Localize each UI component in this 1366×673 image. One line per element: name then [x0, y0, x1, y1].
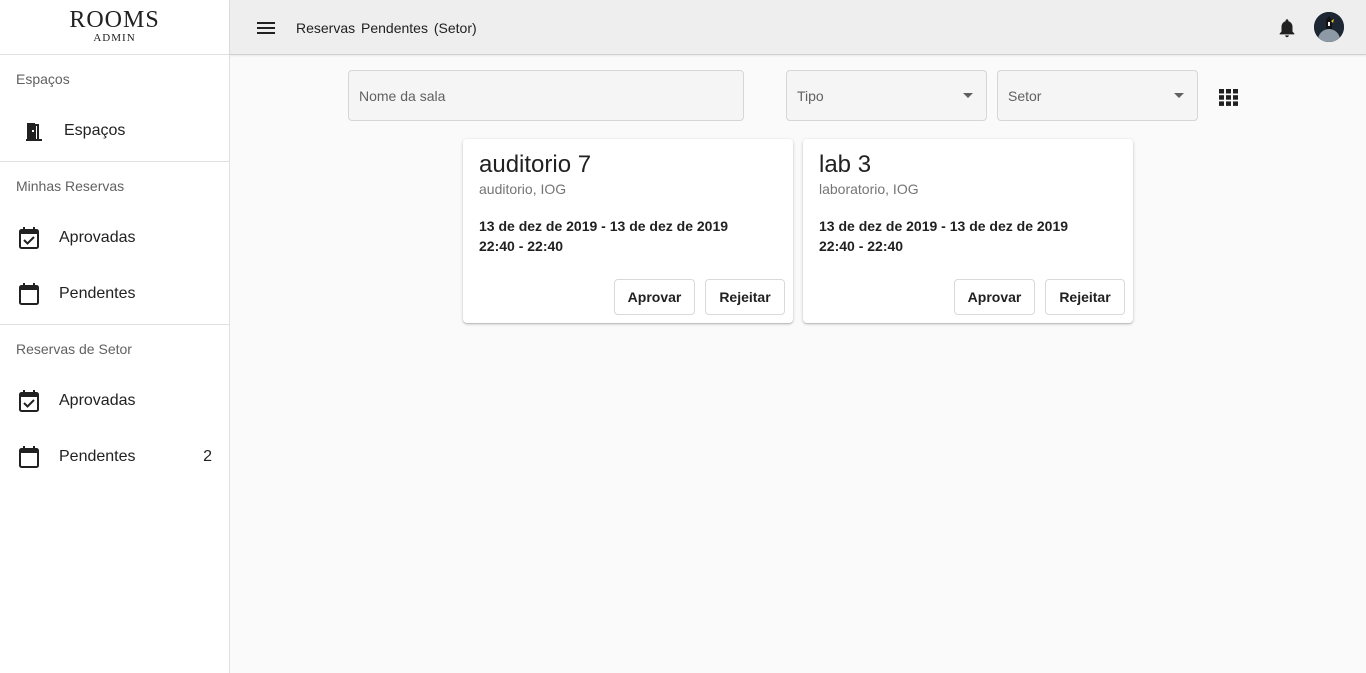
- sidebar-item-espacos[interactable]: Espaços: [0, 103, 229, 159]
- top-app-bar: Reservas Pendentes (Setor): [230, 0, 1366, 55]
- nav-section-reservas-setor: Reservas de Setor Aprovadas Pendentes 2: [0, 325, 229, 487]
- section-header: Espaços: [16, 71, 70, 87]
- sidebar-item-minhas-pendentes[interactable]: Pendentes: [0, 266, 229, 322]
- section-header: Minhas Reservas: [16, 178, 125, 194]
- calendar-icon: [18, 446, 40, 468]
- approve-button[interactable]: Aprovar: [614, 279, 695, 315]
- sidebar-item-label: Espaços: [64, 122, 126, 139]
- logo-title: ROOMS: [69, 7, 160, 33]
- sidebar-item-label: Aprovadas: [59, 229, 136, 246]
- grid-view-icon[interactable]: [1219, 89, 1238, 106]
- reservation-card: auditorio 7 auditorio, IOG 13 de dez de …: [463, 139, 793, 323]
- card-dates: 13 de dez de 2019 - 13 de dez de 2019 22…: [819, 216, 1068, 256]
- card-subtitle: laboratorio, IOG: [819, 181, 919, 197]
- room-name-field[interactable]: [348, 70, 744, 121]
- date-range: 13 de dez de 2019 - 13 de dez de 2019: [819, 218, 1069, 234]
- time-range: 22:40 - 22:40: [479, 238, 564, 254]
- reject-button[interactable]: Rejeitar: [1045, 279, 1125, 315]
- bell-icon[interactable]: [1276, 17, 1298, 39]
- sidebar-item-label: Pendentes: [59, 285, 136, 302]
- room-name-input[interactable]: [349, 71, 743, 120]
- sector-select-label: Setor: [1008, 88, 1042, 104]
- time-range: 22:40 - 22:40: [819, 238, 904, 254]
- chevron-down-icon: [1174, 93, 1184, 98]
- logo-subtitle: ADMIN: [93, 32, 136, 44]
- nav-section-minhas-reservas: Minhas Reservas Aprovadas Pendentes: [0, 162, 229, 325]
- card-title: auditorio 7: [479, 151, 592, 178]
- card-title: lab 3: [819, 151, 872, 178]
- card-dates: 13 de dez de 2019 - 13 de dez de 2019 22…: [479, 216, 728, 256]
- type-select-label: Tipo: [797, 88, 824, 104]
- reject-button[interactable]: Rejeitar: [705, 279, 785, 315]
- section-header: Reservas de Setor: [16, 341, 132, 357]
- chevron-down-icon: [963, 93, 973, 98]
- sidebar-item-label: Aprovadas: [59, 392, 136, 409]
- sidebar-item-setor-aprovadas[interactable]: Aprovadas: [0, 373, 229, 429]
- nav-section-espacos: Espaços Espaços: [0, 55, 229, 162]
- calendar-check-icon: [18, 390, 40, 412]
- pending-count-badge: 2: [203, 448, 212, 465]
- sidebar: ROOMS ADMIN Espaços Espaços Minhas Reser…: [0, 0, 230, 673]
- sidebar-item-label: Pendentes: [59, 448, 136, 465]
- calendar-check-icon: [18, 227, 40, 249]
- date-range: 13 de dez de 2019 - 13 de dez de 2019: [479, 218, 729, 234]
- sector-select[interactable]: Setor: [997, 70, 1198, 121]
- door-icon: [23, 120, 45, 142]
- type-select[interactable]: Tipo: [786, 70, 987, 121]
- sidebar-item-setor-pendentes[interactable]: Pendentes 2: [0, 429, 229, 485]
- logo: ROOMS ADMIN: [0, 0, 229, 55]
- page-title: Reservas Pendentes (Setor): [296, 20, 477, 36]
- reservation-card: lab 3 laboratorio, IOG 13 de dez de 2019…: [803, 139, 1133, 323]
- calendar-icon: [18, 283, 40, 305]
- card-subtitle: auditorio, IOG: [479, 181, 567, 197]
- avatar[interactable]: [1314, 12, 1344, 42]
- menu-icon[interactable]: [254, 16, 278, 40]
- approve-button[interactable]: Aprovar: [954, 279, 1035, 315]
- sidebar-item-minhas-aprovadas[interactable]: Aprovadas: [0, 210, 229, 266]
